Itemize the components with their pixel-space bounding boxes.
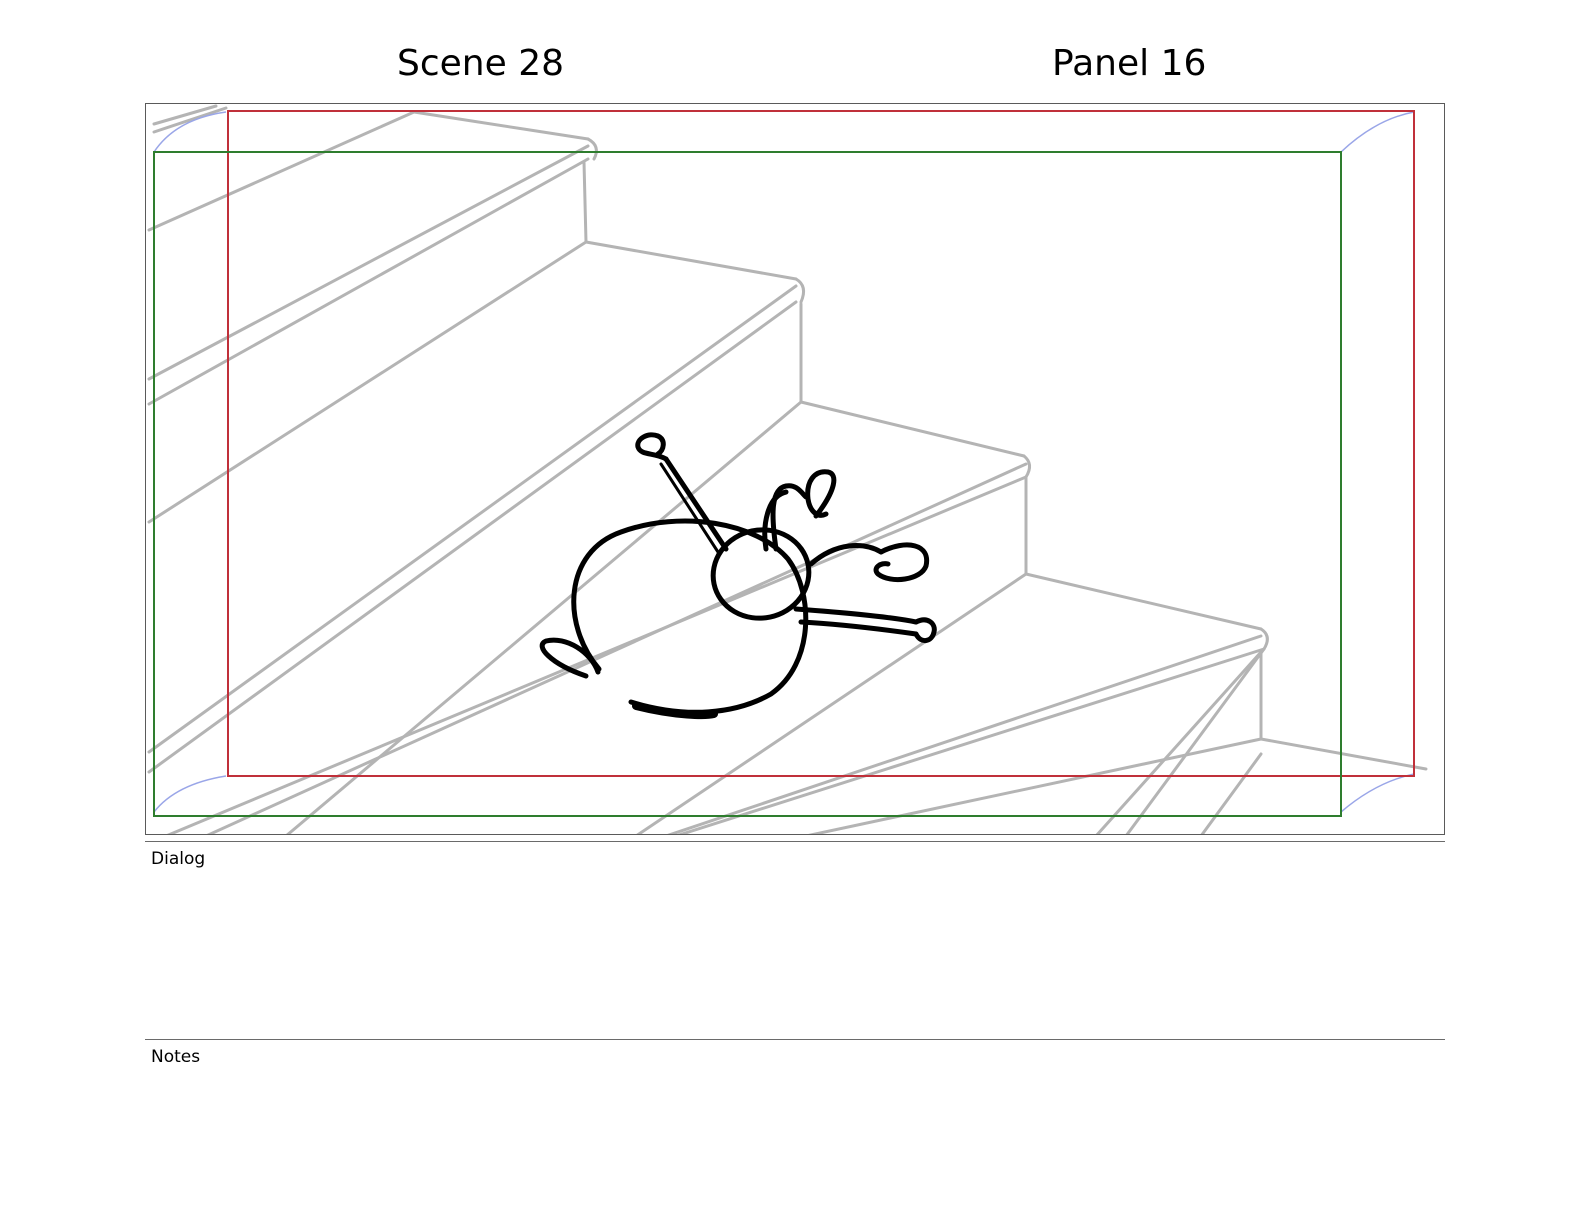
notes-label: Notes [151,1047,201,1067]
safe-frame-red [227,110,1415,777]
stair-sketch [147,104,1428,834]
panel-number: Panel 16 [1052,43,1207,84]
storyboard-sketch [147,104,1428,834]
notes-text-area[interactable] [151,1072,1439,1212]
dialog-text-area[interactable] [151,874,1439,1034]
action-frame-green [153,151,1342,817]
storyboard-panel [145,103,1445,835]
dialog-divider [145,841,1445,842]
scene-title: Scene 28 [397,43,565,84]
notes-divider [145,1039,1445,1040]
frame-corner-arrows [153,111,1415,813]
dialog-label: Dialog [151,849,206,869]
character-sketch [539,432,937,720]
